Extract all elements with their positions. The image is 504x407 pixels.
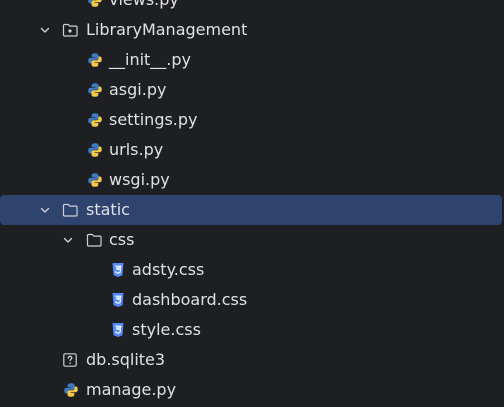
python-file-icon (88, 113, 102, 127)
python-file-icon (88, 53, 102, 67)
tree-item-librarymanagement[interactable]: LibraryManagement (0, 15, 504, 45)
tree-item-label: style.css (132, 320, 201, 339)
tree-item-label: settings.py (109, 110, 198, 129)
project-tree: views.py LibraryManagement __init__.py a… (0, 0, 504, 405)
tree-item-dashboard-css[interactable]: dashboard.css (0, 285, 504, 315)
tree-item-views-py[interactable]: views.py (0, 0, 504, 15)
chevron-down-icon[interactable] (39, 24, 51, 36)
tree-item-urls-py[interactable]: urls.py (0, 135, 504, 165)
tree-item-style-css[interactable]: style.css (0, 315, 504, 345)
tree-item-asgi-py[interactable]: asgi.py (0, 75, 504, 105)
tree-item-label: LibraryManagement (86, 20, 248, 39)
python-file-icon (64, 383, 78, 397)
python-file-icon (88, 83, 102, 97)
tree-item-label: __init__.py (109, 50, 192, 69)
tree-item-label: urls.py (109, 140, 164, 159)
tree-item-label: static (86, 200, 130, 219)
tree-item-db-sqlite3[interactable]: db.sqlite3 (0, 345, 504, 375)
tree-item-css[interactable]: css (0, 225, 504, 255)
chevron-down-icon[interactable] (62, 234, 74, 246)
tree-item-label: db.sqlite3 (86, 350, 166, 369)
tree-item-label: views.py (109, 0, 179, 11)
python-file-icon (88, 0, 102, 7)
tree-item-settings-py[interactable]: settings.py (0, 105, 504, 135)
python-file-icon (88, 143, 102, 157)
css-file-icon (112, 293, 124, 307)
css-file-icon (112, 323, 124, 337)
package-folder-icon (62, 23, 78, 37)
tree-item-label: asgi.py (109, 80, 167, 99)
tree-item-wsgi-py[interactable]: wsgi.py (0, 165, 504, 195)
unknown-file-icon (63, 353, 77, 367)
tree-item-adsty-css[interactable]: adsty.css (0, 255, 504, 285)
css-file-icon (112, 263, 124, 277)
tree-item-label: css (109, 230, 135, 249)
tree-item-manage-py[interactable]: manage.py (0, 375, 504, 405)
tree-item-label: dashboard.css (132, 290, 248, 309)
tree-item-init-py[interactable]: __init__.py (0, 45, 504, 75)
tree-item-label: adsty.css (132, 260, 205, 279)
tree-item-static[interactable]: static (0, 195, 502, 225)
python-file-icon (88, 173, 102, 187)
folder-icon (86, 233, 102, 247)
folder-icon (62, 203, 78, 217)
chevron-down-icon[interactable] (39, 204, 51, 216)
tree-item-label: manage.py (86, 380, 177, 399)
tree-item-label: wsgi.py (109, 170, 170, 189)
